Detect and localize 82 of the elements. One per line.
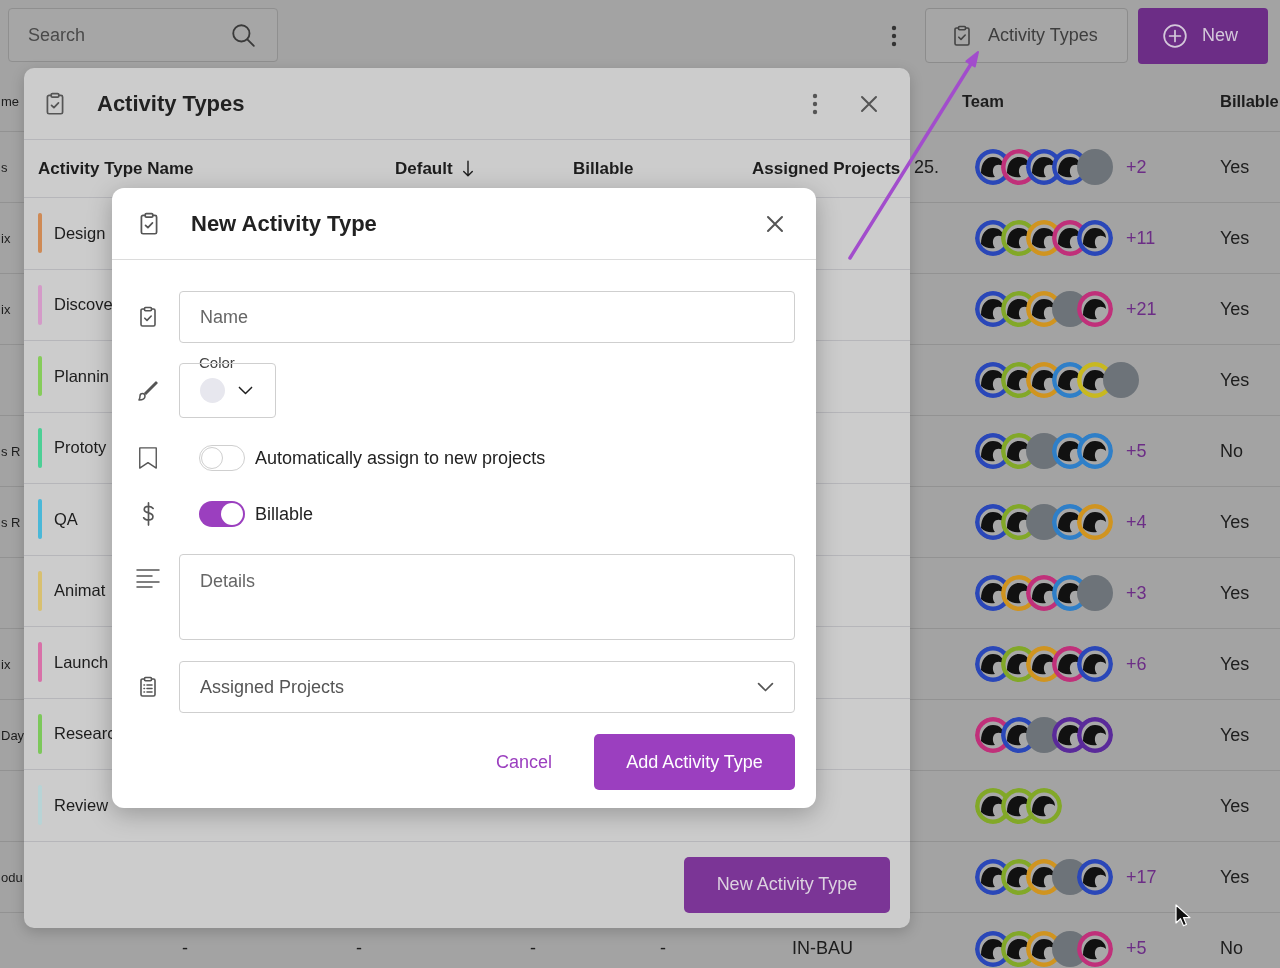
table-cell: 25. [914, 156, 940, 178]
chevron-down-icon [238, 385, 253, 396]
column-header: Team [962, 92, 1004, 111]
toggle-switch[interactable] [199, 501, 245, 527]
table-cell: Yes [1220, 298, 1250, 320]
activity-types-button[interactable]: Activity Types [925, 8, 1128, 63]
plus-circle-icon [1162, 22, 1188, 49]
close-icon[interactable] [766, 214, 784, 233]
activity-type-name: Review [54, 795, 109, 815]
table-cell: Day [1, 727, 25, 743]
dialog-title: New Activity Type [191, 210, 378, 237]
table-cell: - [182, 938, 188, 959]
member-count: +5 [1126, 938, 1147, 959]
table-cell: Yes [1220, 227, 1250, 249]
column-header[interactable]: Default [395, 158, 453, 179]
new-activity-type-button[interactable]: New Activity Type [684, 856, 890, 913]
column-header[interactable]: Activity Type Name [38, 158, 194, 179]
table-cell: - [530, 938, 536, 959]
table-cell: ix [1, 301, 11, 317]
column-header: Billable [1220, 92, 1279, 111]
photo-avatar [1102, 362, 1139, 398]
activity-type-name: Design [54, 223, 106, 243]
activity-type-name: Researc [54, 724, 116, 744]
table-cell: Yes [1220, 795, 1250, 817]
table-cell: ix [1, 656, 11, 672]
table-cell: Yes [1220, 156, 1250, 178]
column-header[interactable]: Billable [573, 158, 634, 179]
table-cell: No [1220, 938, 1243, 959]
search-field[interactable]: Search [8, 8, 278, 62]
table-cell: IN-BAU [792, 938, 853, 959]
panel-title: Activity Types [97, 90, 246, 117]
member-count: +5 [1126, 440, 1147, 462]
activity-type-name: QA [54, 509, 78, 529]
table-cell: s R [1, 514, 21, 530]
color-swatch [200, 378, 225, 403]
column-header[interactable]: Assigned Projects [752, 158, 901, 179]
new-button[interactable]: New [1138, 7, 1268, 64]
member-count: +21 [1126, 298, 1157, 320]
member-count: +17 [1126, 866, 1157, 888]
toggle-label: Billable [255, 503, 314, 525]
table-cell: Yes [1220, 724, 1250, 746]
table-cell: odu [1, 869, 23, 885]
add-activity-type-button[interactable]: Add Activity Type [594, 734, 795, 790]
details-field[interactable]: Details [179, 554, 795, 640]
member-count: +11 [1126, 227, 1156, 249]
table-cell: s R [1, 443, 21, 459]
chevron-down-icon [757, 681, 774, 693]
cancel-button[interactable]: Cancel [495, 743, 552, 781]
table-cell: Yes [1220, 866, 1250, 888]
photo-avatar [1077, 575, 1113, 611]
table-cell: ix [1, 230, 11, 246]
dollar-icon [140, 502, 156, 526]
table-cell: - [356, 938, 362, 959]
table-cell: Yes [1220, 369, 1250, 391]
table-cell: Yes [1220, 653, 1250, 675]
activity-type-name: Discove [54, 295, 113, 315]
activity-type-name: Prototy [54, 438, 107, 458]
name-field[interactable]: Name [179, 291, 795, 343]
toggle-label: Automatically assign to new projects [255, 447, 546, 469]
cursor-icon [1175, 904, 1191, 927]
table-cell: No [1220, 440, 1243, 462]
bookmark-icon [137, 445, 159, 471]
table-cell: Yes [1220, 582, 1250, 604]
table-cell: - [660, 938, 666, 959]
table-cell: Yes [1220, 511, 1250, 533]
search-icon [230, 22, 256, 48]
member-count: +6 [1126, 653, 1147, 675]
photo-avatar [1077, 149, 1113, 185]
text-lines-icon [136, 568, 160, 588]
toggle-switch[interactable] [199, 445, 245, 471]
close-icon[interactable] [860, 94, 878, 113]
activity-type-name: Launch [54, 652, 109, 672]
table-cell: s [1, 159, 8, 175]
member-count: +3 [1126, 582, 1147, 604]
activity-type-name: Plannin [54, 366, 110, 386]
more-icon[interactable] [891, 25, 897, 47]
column-header: me [1, 94, 20, 109]
more-icon[interactable] [812, 92, 818, 115]
member-count: +2 [1126, 156, 1147, 178]
assigned-projects-select[interactable]: Assigned Projects [179, 661, 795, 713]
activity-type-name: Animat [54, 581, 106, 601]
member-count: +4 [1126, 511, 1147, 533]
